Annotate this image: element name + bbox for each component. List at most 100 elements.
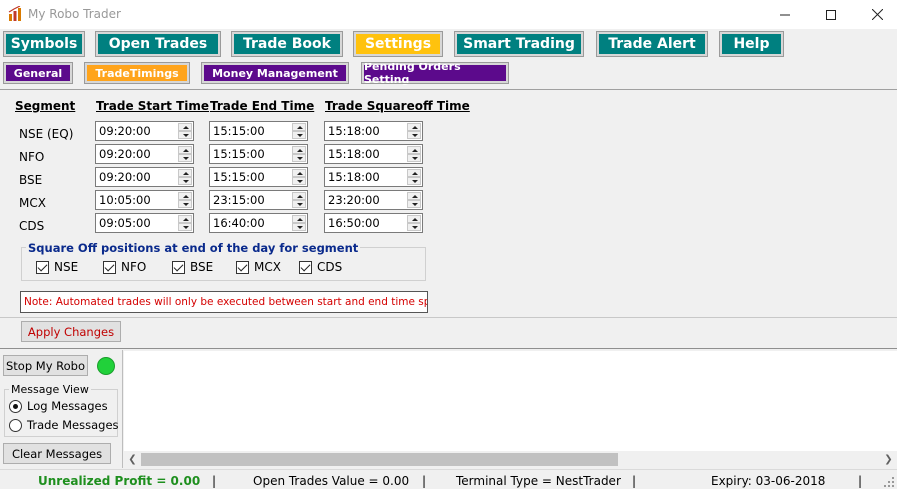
radio-log-messages[interactable]: Log Messages [9,399,108,413]
spin-up-icon[interactable] [407,192,421,200]
end-time-input[interactable]: 15:15:00 [209,121,308,141]
end-time-input[interactable]: 15:15:00 [209,144,308,164]
spin-up-icon[interactable] [407,123,421,131]
end-time-input[interactable]: 15:15:00 [209,167,308,187]
spinner[interactable] [292,123,306,139]
spinner[interactable] [292,215,306,231]
checkbox-checked-icon[interactable] [103,260,116,274]
spinner[interactable] [407,169,421,185]
squareoff-time-input[interactable]: 15:18:00 [324,167,423,187]
spinner[interactable] [292,169,306,185]
spinner[interactable] [407,123,421,139]
checkbox-bse[interactable]: BSE [172,260,213,274]
spin-down-icon[interactable] [407,200,421,208]
menu-open-trades[interactable]: Open Trades [95,31,221,57]
menu-trade-book[interactable]: Trade Book [231,31,343,57]
tab-general[interactable]: General [3,62,73,84]
scrollbar-thumb[interactable] [141,453,618,466]
radio-selected-icon[interactable] [9,399,22,413]
checkbox-checked-icon[interactable] [299,260,312,274]
menu-help[interactable]: Help [719,31,784,57]
spin-up-icon[interactable] [178,169,192,177]
spin-down-icon[interactable] [292,131,306,139]
checkbox-nse[interactable]: NSE [36,260,78,274]
apply-changes-button[interactable]: Apply Changes [21,321,121,342]
spin-up-icon[interactable] [292,123,306,131]
spin-up-icon[interactable] [407,146,421,154]
spin-up-icon[interactable] [178,215,192,223]
settings-sub-menu: General TradeTimings Money Management Pe… [0,60,897,87]
menu-trade-alert[interactable]: Trade Alert [596,31,708,57]
spinner[interactable] [292,192,306,208]
checkbox-cds[interactable]: CDS [299,260,342,274]
start-time-input[interactable]: 10:05:00 [95,190,194,210]
spinner[interactable] [178,169,192,185]
spin-up-icon[interactable] [178,123,192,131]
radio-unselected-icon[interactable] [9,418,22,432]
checkbox-checked-icon[interactable] [36,260,49,274]
checkbox-nfo[interactable]: NFO [103,260,146,274]
spinner[interactable] [407,192,421,208]
tab-pending-orders-setting[interactable]: Pending Orders Setting [361,60,509,86]
close-icon [871,9,883,20]
spinner[interactable] [292,146,306,162]
scroll-right-icon[interactable]: ❯ [880,451,897,468]
start-time-input[interactable]: 09:20:00 [95,167,194,187]
menu-settings[interactable]: Settings [353,31,443,57]
spin-down-icon[interactable] [178,131,192,139]
menu-symbols[interactable]: Symbols [3,31,85,57]
end-time-input[interactable]: 16:40:00 [209,213,308,233]
stop-robo-button[interactable]: Stop My Robo [3,355,88,376]
checkbox-checked-icon[interactable] [172,260,185,274]
spin-down-icon[interactable] [292,154,306,162]
spin-up-icon[interactable] [407,169,421,177]
spin-down-icon[interactable] [407,223,421,231]
spinner[interactable] [178,146,192,162]
spin-down-icon[interactable] [407,154,421,162]
horizontal-scrollbar[interactable]: ❮ ❯ [124,451,897,468]
spin-down-icon[interactable] [407,177,421,185]
start-time-input[interactable]: 09:05:00 [95,213,194,233]
menu-smart-trading[interactable]: Smart Trading [454,31,584,57]
maximize-button[interactable] [808,0,854,29]
spin-up-icon[interactable] [292,169,306,177]
spin-up-icon[interactable] [292,146,306,154]
spin-up-icon[interactable] [178,192,192,200]
spin-down-icon[interactable] [407,131,421,139]
close-button[interactable] [854,0,897,29]
spin-down-icon[interactable] [178,154,192,162]
spinner[interactable] [407,215,421,231]
spin-up-icon[interactable] [292,192,306,200]
squareoff-time-input[interactable]: 15:18:00 [324,144,423,164]
spin-down-icon[interactable] [292,223,306,231]
spinner[interactable] [178,123,192,139]
start-time-input[interactable]: 09:20:00 [95,144,194,164]
radio-trade-messages[interactable]: Trade Messages [9,418,119,432]
checkbox-checked-icon[interactable] [236,260,249,274]
spinner[interactable] [178,192,192,208]
spin-down-icon[interactable] [178,177,192,185]
spin-up-icon[interactable] [178,146,192,154]
spinner[interactable] [407,146,421,162]
start-time-input[interactable]: 09:20:00 [95,121,194,141]
spin-down-icon[interactable] [178,223,192,231]
squareoff-time-input[interactable]: 23:20:00 [324,190,423,210]
checkbox-mcx[interactable]: MCX [236,260,281,274]
spinner[interactable] [178,215,192,231]
segment-label: MCX [19,196,46,210]
clear-messages-button[interactable]: Clear Messages [3,443,111,464]
spin-down-icon[interactable] [292,177,306,185]
scroll-left-icon[interactable]: ❮ [124,451,141,468]
time-value: 15:18:00 [328,124,380,138]
tab-trade-timings[interactable]: TradeTimings [84,62,190,84]
spin-up-icon[interactable] [407,215,421,223]
squareoff-time-input[interactable]: 15:18:00 [324,121,423,141]
spin-down-icon[interactable] [178,200,192,208]
spin-down-icon[interactable] [292,200,306,208]
squareoff-time-input[interactable]: 16:50:00 [324,213,423,233]
resize-grip-icon[interactable] [884,477,894,487]
minimize-button[interactable] [762,0,808,29]
spin-up-icon[interactable] [292,215,306,223]
end-time-input[interactable]: 23:15:00 [209,190,308,210]
tab-money-management[interactable]: Money Management [201,62,349,84]
